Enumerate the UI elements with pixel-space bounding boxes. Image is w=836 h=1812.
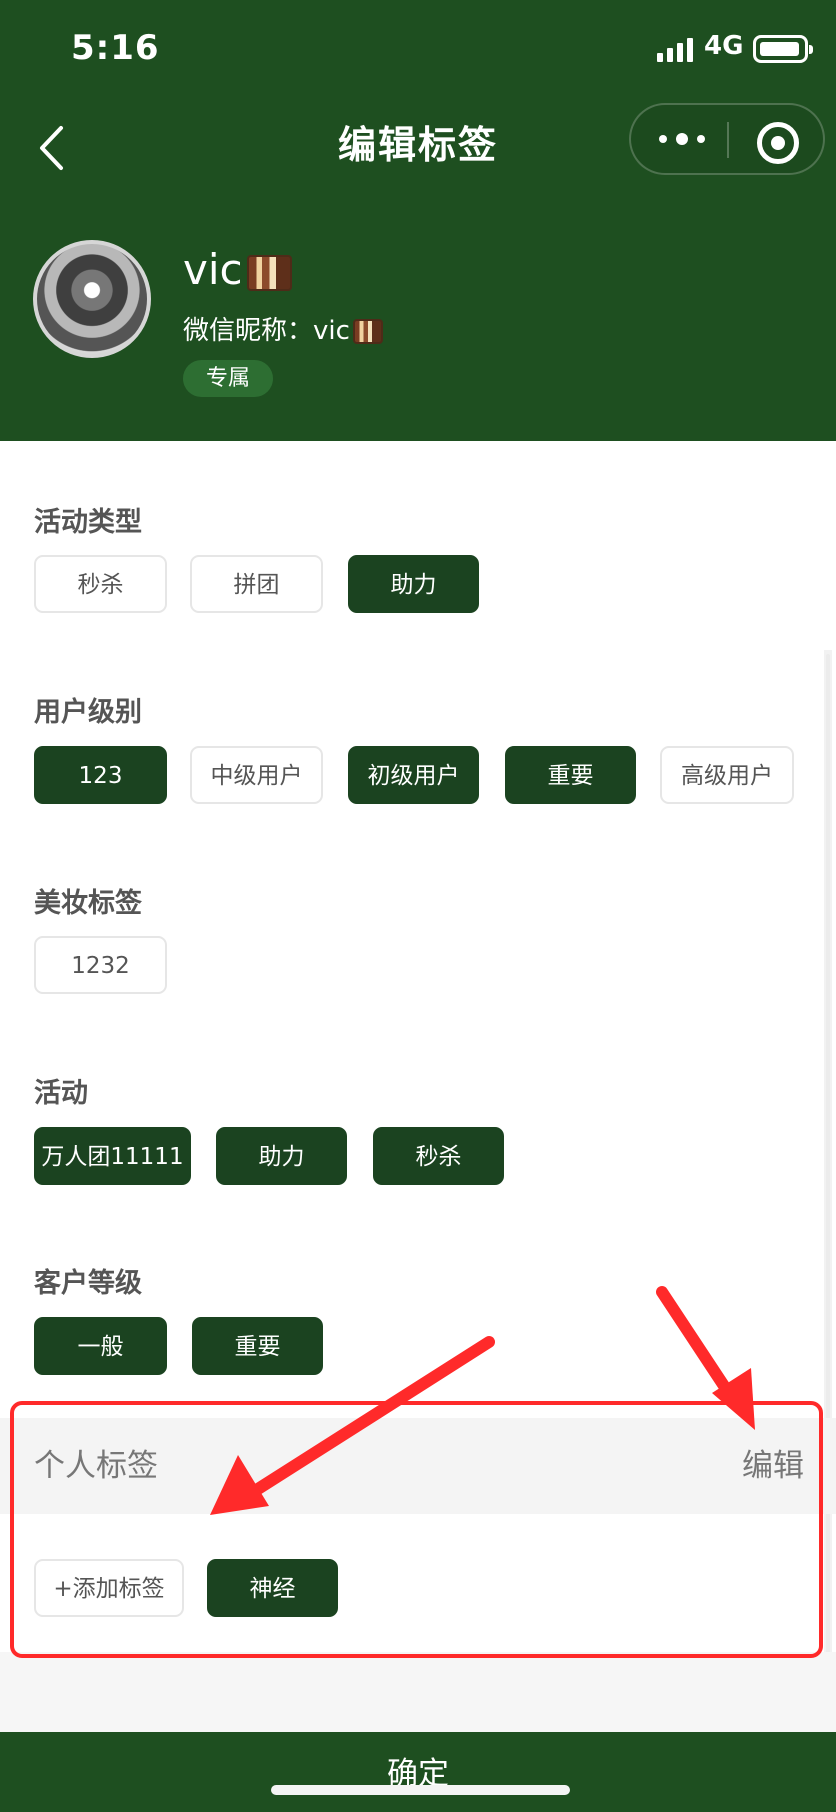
annotation-arrow-right-line — [656, 1286, 738, 1404]
tag-customer-level-0[interactable]: 一般 — [34, 1317, 167, 1375]
annotation-highlight-box — [10, 1401, 823, 1658]
tag-activity-type-1[interactable]: 拼团 — [190, 555, 323, 613]
tag-activity-1[interactable]: 助力 — [216, 1127, 347, 1185]
network-type: 4G — [704, 31, 744, 61]
confirm-button[interactable]: 确定 — [0, 1732, 836, 1812]
tag-user-level-2[interactable]: 初级用户 — [348, 746, 479, 804]
tag-user-level-1[interactable]: 中级用户 — [190, 746, 323, 804]
status-bar: 5:16 4G — [0, 0, 836, 100]
battery-icon — [753, 35, 813, 63]
tag-beauty-0[interactable]: 1232 — [34, 936, 167, 994]
section-title-customer-level: 客户等级 — [34, 1268, 142, 1299]
capsule-divider — [727, 122, 729, 158]
tag-activity-2[interactable]: 秒杀 — [373, 1127, 504, 1185]
tag-activity-type-2[interactable]: 助力 — [348, 555, 479, 613]
avatar — [33, 240, 151, 358]
bento-icon — [246, 254, 292, 291]
scrollbar-thumb[interactable] — [826, 654, 830, 1804]
section-title-activity: 活动 — [34, 1078, 88, 1109]
profile-badge: 专属 — [183, 360, 273, 397]
profile-name-text: vic — [183, 245, 243, 294]
tag-customer-level-1[interactable]: 重要 — [192, 1317, 323, 1375]
home-indicator[interactable] — [271, 1785, 570, 1795]
section-title-beauty: 美妆标签 — [34, 888, 142, 919]
signal-icon — [657, 36, 693, 62]
wechat-nickname-text: 微信昵称：vic — [183, 316, 350, 346]
section-title-user-level: 用户级别 — [34, 697, 142, 728]
wechat-nickname: 微信昵称：vic — [183, 311, 383, 351]
mini-program-capsule[interactable] — [629, 103, 825, 175]
edit-tags-screen: 5:16 4G 编辑标签 vic 微信昵称：vic 专属 活动类型 秒杀 拼团 … — [0, 0, 836, 1812]
tag-activity-type-0[interactable]: 秒杀 — [34, 555, 167, 613]
tag-user-level-3[interactable]: 重要 — [505, 746, 636, 804]
target-icon[interactable] — [757, 122, 799, 164]
tag-user-level-0[interactable]: 123 — [34, 746, 167, 804]
section-title-activity-type: 活动类型 — [34, 507, 142, 538]
status-time: 5:16 — [71, 28, 160, 68]
more-dots-icon[interactable] — [657, 129, 707, 149]
tag-activity-0[interactable]: 万人团11111 — [34, 1127, 191, 1185]
battery-level — [760, 42, 799, 56]
bento-icon — [352, 319, 383, 344]
tag-user-level-4[interactable]: 高级用户 — [660, 746, 794, 804]
profile-name: vic — [183, 244, 292, 296]
